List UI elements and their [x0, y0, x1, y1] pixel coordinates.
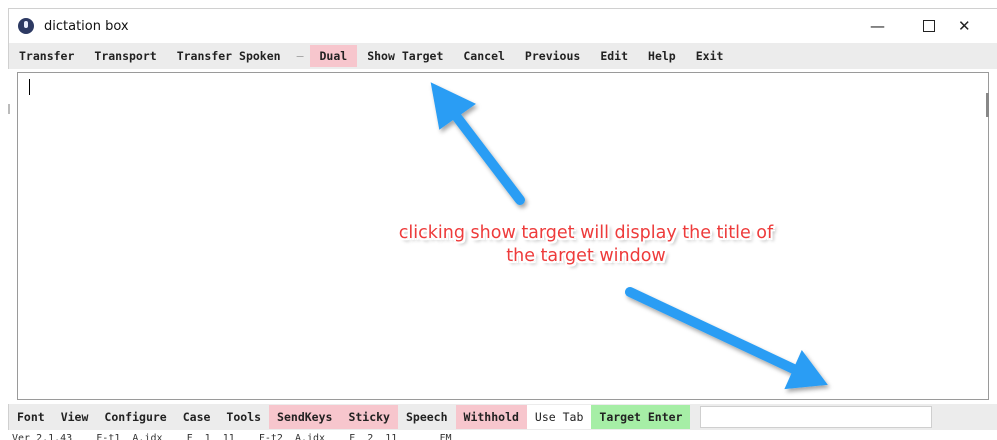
tool-view[interactable]: View — [53, 405, 97, 429]
toggle-target-enter[interactable]: Target Enter — [591, 405, 691, 429]
vertical-scrollbar[interactable] — [986, 93, 989, 117]
bottom-toolbar: Font View Configure Case Tools SendKeys … — [8, 404, 997, 430]
toggle-withhold[interactable]: Withhold — [455, 405, 527, 429]
menu-edit[interactable]: Edit — [590, 45, 638, 67]
menu-transport[interactable]: Transport — [84, 45, 166, 67]
menu-bar: Transfer Transport Transfer Spoken — Dua… — [8, 43, 997, 69]
close-icon: ✕ — [958, 17, 971, 35]
title-bar: dictation box — ✕ — [8, 8, 997, 43]
tool-configure[interactable]: Configure — [96, 405, 174, 429]
menu-exit[interactable]: Exit — [686, 45, 734, 67]
menu-dual[interactable]: Dual — [309, 45, 358, 67]
toggle-sendkeys[interactable]: SendKeys — [269, 405, 341, 429]
tool-tools[interactable]: Tools — [218, 405, 269, 429]
text-caret — [29, 79, 30, 95]
annotation-line-2: the target window — [506, 246, 666, 266]
maximize-icon — [922, 20, 935, 32]
menu-help[interactable]: Help — [638, 45, 686, 67]
tool-case[interactable]: Case — [175, 405, 219, 429]
annotation-callout: clicking show target will display the ti… — [376, 222, 796, 268]
close-button[interactable]: ✕ — [954, 9, 997, 43]
command-input[interactable] — [700, 406, 933, 428]
toggle-use-tab[interactable]: Use Tab — [526, 405, 592, 429]
tool-font[interactable]: Font — [9, 405, 53, 429]
tool-speech[interactable]: Speech — [398, 405, 456, 429]
maximize-button[interactable] — [903, 9, 954, 43]
window-edge-marker — [8, 104, 10, 114]
menu-show-target[interactable]: Show Target — [357, 45, 453, 67]
minimize-icon: — — [870, 17, 885, 35]
annotation-line-1: clicking show target will display the ti… — [398, 223, 774, 243]
window-controls: — ✕ — [852, 9, 997, 43]
menu-cancel[interactable]: Cancel — [453, 45, 515, 67]
menu-transfer-spoken[interactable]: Transfer Spoken — [167, 45, 291, 67]
window-title: dictation box — [44, 18, 129, 34]
status-line: Ver 2.1.43 F-t1 A.idx F 1 11 F-t2 A.idx … — [12, 433, 452, 440]
menu-transfer[interactable]: Transfer — [9, 45, 84, 67]
toggle-sticky[interactable]: Sticky — [340, 405, 398, 429]
minimize-button[interactable]: — — [852, 9, 903, 43]
menu-previous[interactable]: Previous — [515, 45, 590, 67]
microphone-app-icon — [18, 18, 34, 34]
menu-separator: — — [296, 49, 304, 63]
